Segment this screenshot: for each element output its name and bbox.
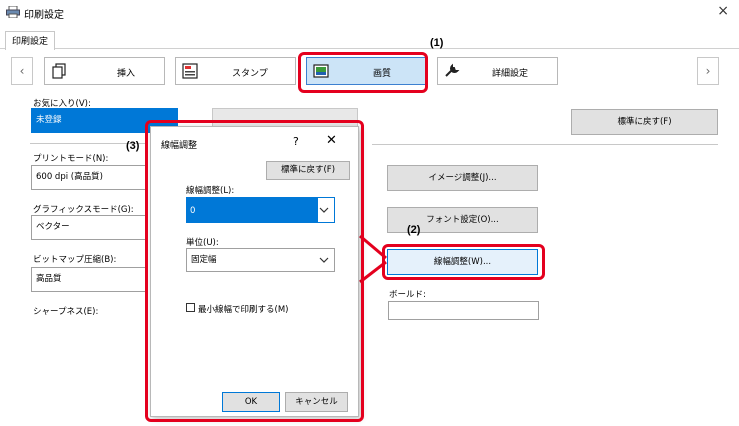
print-mode-select[interactable]: 600 dpi (高品質) — [31, 165, 148, 190]
wrench-icon — [445, 63, 460, 77]
reset-defaults-button[interactable]: 標準に戻す(F) — [571, 109, 718, 135]
title-bar: 印刷設定 × — [0, 0, 739, 24]
bold-field[interactable] — [388, 301, 539, 320]
callout-label-2: (2) — [407, 224, 421, 236]
printer-icon — [6, 6, 20, 18]
callout-highlight-quality — [298, 52, 428, 93]
bitmap-compression-select[interactable]: 高品質 — [31, 267, 148, 292]
tab-strip: 印刷設定 — [0, 31, 739, 50]
window-bottom — [0, 320, 150, 321]
image-adjust-button[interactable]: イメージ調整(J)... — [387, 165, 538, 191]
divider — [372, 144, 718, 145]
scroll-left-button[interactable]: ‹ — [11, 57, 33, 85]
graphics-mode-select[interactable]: ベクター — [31, 215, 148, 240]
graphics-mode-label: グラフィックスモード(G): — [33, 205, 134, 215]
bitmap-compression-label: ビットマップ圧縮(B): — [33, 255, 117, 265]
callout-highlight-dialog — [145, 120, 364, 422]
toolbar-insert-label: 挿入 — [117, 69, 136, 79]
insert-pages-icon — [52, 63, 66, 79]
tab-print-settings[interactable]: 印刷設定 — [5, 31, 56, 50]
print-mode-label: プリントモード(N): — [33, 154, 109, 164]
callout-label-1: (1) — [430, 37, 444, 49]
stamp-icon — [182, 63, 198, 79]
callout-label-3: (3) — [126, 140, 140, 152]
window-title: 印刷設定 — [24, 10, 64, 21]
toolbar-stamp-label: スタンプ — [232, 69, 268, 79]
toolbar-insert-button[interactable]: 挿入 — [44, 57, 165, 85]
callout-highlight-line-width — [382, 244, 545, 280]
close-icon[interactable]: × — [717, 3, 729, 19]
toolbar-advanced-button[interactable]: 詳細設定 — [437, 57, 558, 85]
bold-label: ボールド: — [389, 290, 426, 300]
scroll-right-button[interactable]: › — [697, 57, 719, 85]
toolbar-advanced-label: 詳細設定 — [492, 69, 529, 79]
toolbar-stamp-button[interactable]: スタンプ — [175, 57, 296, 85]
sharpness-label: シャープネス(E): — [33, 307, 99, 317]
